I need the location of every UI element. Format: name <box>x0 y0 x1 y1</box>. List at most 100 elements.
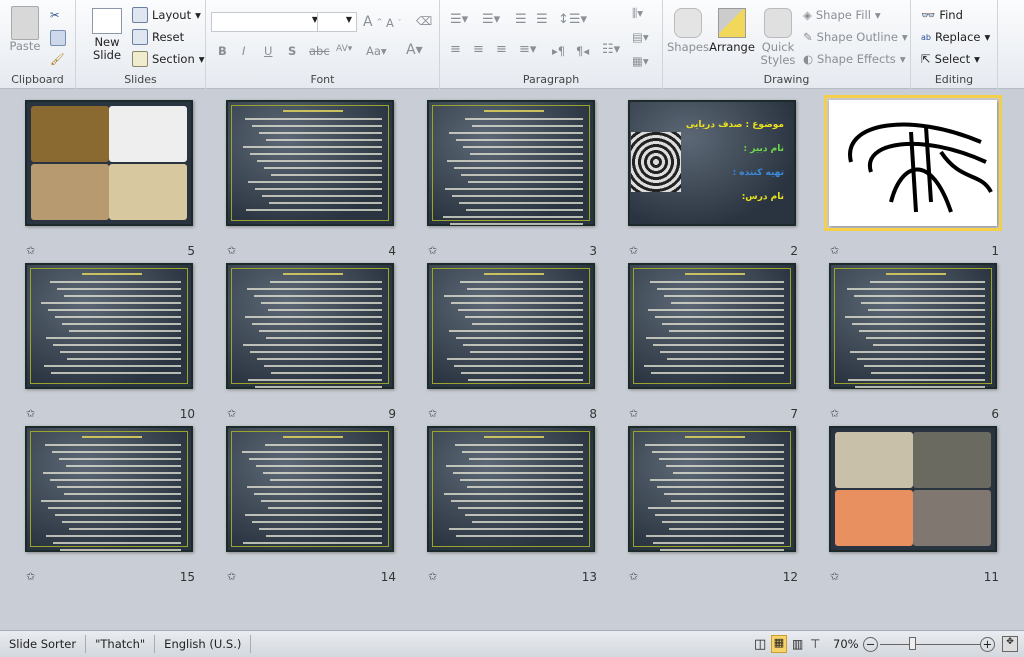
transition-icon[interactable]: ✩ <box>227 407 236 420</box>
slide-text-line <box>451 302 583 304</box>
language[interactable]: English (U.S.) <box>155 635 252 653</box>
italic-icon[interactable]: I <box>242 44 245 58</box>
transition-icon[interactable]: ✩ <box>428 244 437 257</box>
bullets-icon[interactable]: ☰▾ <box>450 12 468 27</box>
slide-thumbnail-5[interactable] <box>25 100 193 226</box>
clear-formatting-icon[interactable]: ⌫ <box>416 14 432 28</box>
slide-text-line <box>467 288 583 290</box>
transition-icon[interactable]: ✩ <box>830 407 839 420</box>
paste-button[interactable]: Paste <box>6 6 44 53</box>
transition-icon[interactable]: ✩ <box>629 244 638 257</box>
slide-sorter-view-icon[interactable]: ▦ <box>771 635 787 653</box>
slide-text-line <box>873 344 985 346</box>
rtl-icon[interactable]: ¶◂ <box>576 44 589 58</box>
align-center-icon[interactable]: ≡ <box>473 42 484 57</box>
zoom-out-button[interactable]: − <box>863 636 878 652</box>
shape-effects-button[interactable]: ◐ Shape Effects ▾ <box>803 52 906 66</box>
slide-show-icon[interactable]: ⊤ <box>810 637 820 651</box>
slide-thumbnail-2[interactable]: موضوع : صدف دریایی نام دبیر : تهیه کننده :… <box>628 100 796 226</box>
align-text-icon[interactable]: ▤▾ <box>632 30 649 44</box>
justify-icon[interactable]: ≡▾ <box>519 42 536 57</box>
font-size-combo[interactable]: ▼ <box>317 12 357 32</box>
slide-text-line <box>470 351 583 353</box>
shrink-font-icon[interactable]: Aˇ <box>386 16 401 30</box>
reading-view-icon[interactable]: ▥ <box>792 637 803 651</box>
slide-thumbnail-13[interactable] <box>427 426 595 552</box>
text-direction-icon[interactable]: ⫼▾ <box>632 6 643 21</box>
align-left-icon[interactable]: ≡ <box>450 42 461 57</box>
transition-icon[interactable]: ✩ <box>26 244 35 257</box>
section-button[interactable]: Section ▾ <box>132 51 205 67</box>
ltr-icon[interactable]: ▸¶ <box>552 44 565 58</box>
bold-icon[interactable]: B <box>218 44 227 58</box>
slide-text-line <box>646 535 784 537</box>
slide-thumbnail-14[interactable] <box>226 426 394 552</box>
format-painter-icon[interactable]: 🖌 <box>50 52 65 66</box>
transition-icon[interactable]: ✩ <box>26 570 35 583</box>
character-spacing-icon[interactable]: AV▾ <box>336 44 352 54</box>
zoom-slider-thumb[interactable] <box>908 637 916 650</box>
shadow-icon[interactable]: S <box>288 44 296 58</box>
slide-thumbnail-1[interactable] <box>824 95 1002 231</box>
slide-thumbnail-6[interactable] <box>829 263 997 389</box>
shapes-button[interactable]: Shapes <box>667 8 709 54</box>
layout-button[interactable]: Layout ▾ <box>132 7 201 23</box>
font-color-icon[interactable]: A▾ <box>406 42 423 58</box>
zoom-level[interactable]: 70% <box>833 637 859 651</box>
slide-sorter-pane[interactable]: 1 ✩ موضوع : صدف دریایی نام دبیر : تهیه کننده… <box>0 90 1024 630</box>
slide-thumbnail-9[interactable] <box>226 263 394 389</box>
transition-icon[interactable]: ✩ <box>428 407 437 420</box>
change-case-icon[interactable]: Aa▾ <box>366 44 387 58</box>
underline-icon[interactable]: U <box>264 44 272 58</box>
zoom-slider[interactable] <box>880 644 980 645</box>
slide-text-line <box>48 507 181 509</box>
slide-text-line <box>662 521 784 523</box>
decrease-indent-icon[interactable]: ☰ <box>515 12 527 27</box>
line-spacing-icon[interactable]: ↕☰▾ <box>558 12 587 27</box>
slide-thumbnail-3[interactable] <box>427 100 595 226</box>
smartart-icon[interactable]: ▦▾ <box>632 54 649 68</box>
arrange-button[interactable]: Arrange <box>709 8 755 54</box>
shape-fill-button[interactable]: ◈ Shape Fill ▾ <box>803 8 881 22</box>
transition-icon[interactable]: ✩ <box>227 570 236 583</box>
cut-icon[interactable]: ✂ <box>50 8 60 22</box>
transition-icon[interactable]: ✩ <box>227 244 236 257</box>
slide-text-line <box>664 295 784 297</box>
transition-icon[interactable]: ✩ <box>26 407 35 420</box>
grow-font-icon[interactable]: A ^ <box>363 14 382 30</box>
transition-icon[interactable]: ✩ <box>629 570 638 583</box>
align-right-icon[interactable]: ≡ <box>496 42 507 57</box>
shape-outline-button[interactable]: ✎ Shape Outline ▾ <box>803 30 908 44</box>
font-name-combo[interactable]: ▼ <box>211 12 323 32</box>
normal-view-icon[interactable]: ◫ <box>754 637 766 652</box>
quick-styles-button[interactable]: Quick Styles <box>757 8 799 67</box>
slide-thumbnail-10[interactable] <box>25 263 193 389</box>
slide-text-line <box>271 372 382 374</box>
strikethrough-icon[interactable]: abc <box>309 44 330 58</box>
transition-icon[interactable]: ✩ <box>830 570 839 583</box>
slide-thumbnail-11[interactable] <box>829 426 997 552</box>
reset-button[interactable]: Reset <box>132 29 184 45</box>
slide-thumbnail-4[interactable] <box>226 100 394 226</box>
fit-to-window-icon[interactable]: ✥ <box>1002 636 1018 652</box>
theme-name[interactable]: "Thatch" <box>86 635 156 653</box>
columns-icon[interactable]: ☷▾ <box>602 42 620 57</box>
slide-thumbnail-8[interactable] <box>427 263 595 389</box>
transition-icon[interactable]: ✩ <box>629 407 638 420</box>
select-button[interactable]: ⇱ Select ▾ <box>921 52 980 66</box>
new-slide-button[interactable]: New Slide <box>86 8 128 62</box>
replace-button[interactable]: ab Replace ▾ <box>921 30 990 44</box>
slide-text-line <box>262 195 382 197</box>
slide-text-line <box>460 479 583 481</box>
copy-icon[interactable] <box>50 30 66 46</box>
slide-thumbnail-15[interactable] <box>25 426 193 552</box>
transition-icon[interactable]: ✩ <box>428 570 437 583</box>
slide-thumbnail-12[interactable] <box>628 426 796 552</box>
increase-indent-icon[interactable]: ☰ <box>536 12 548 27</box>
slide-thumbnail-7[interactable] <box>628 263 796 389</box>
zoom-in-button[interactable]: + <box>980 636 995 652</box>
slide-text-line <box>67 358 181 360</box>
numbering-icon[interactable]: ☰▾ <box>482 12 500 27</box>
transition-icon[interactable]: ✩ <box>830 244 839 257</box>
find-button[interactable]: 👓 Find <box>921 8 963 22</box>
